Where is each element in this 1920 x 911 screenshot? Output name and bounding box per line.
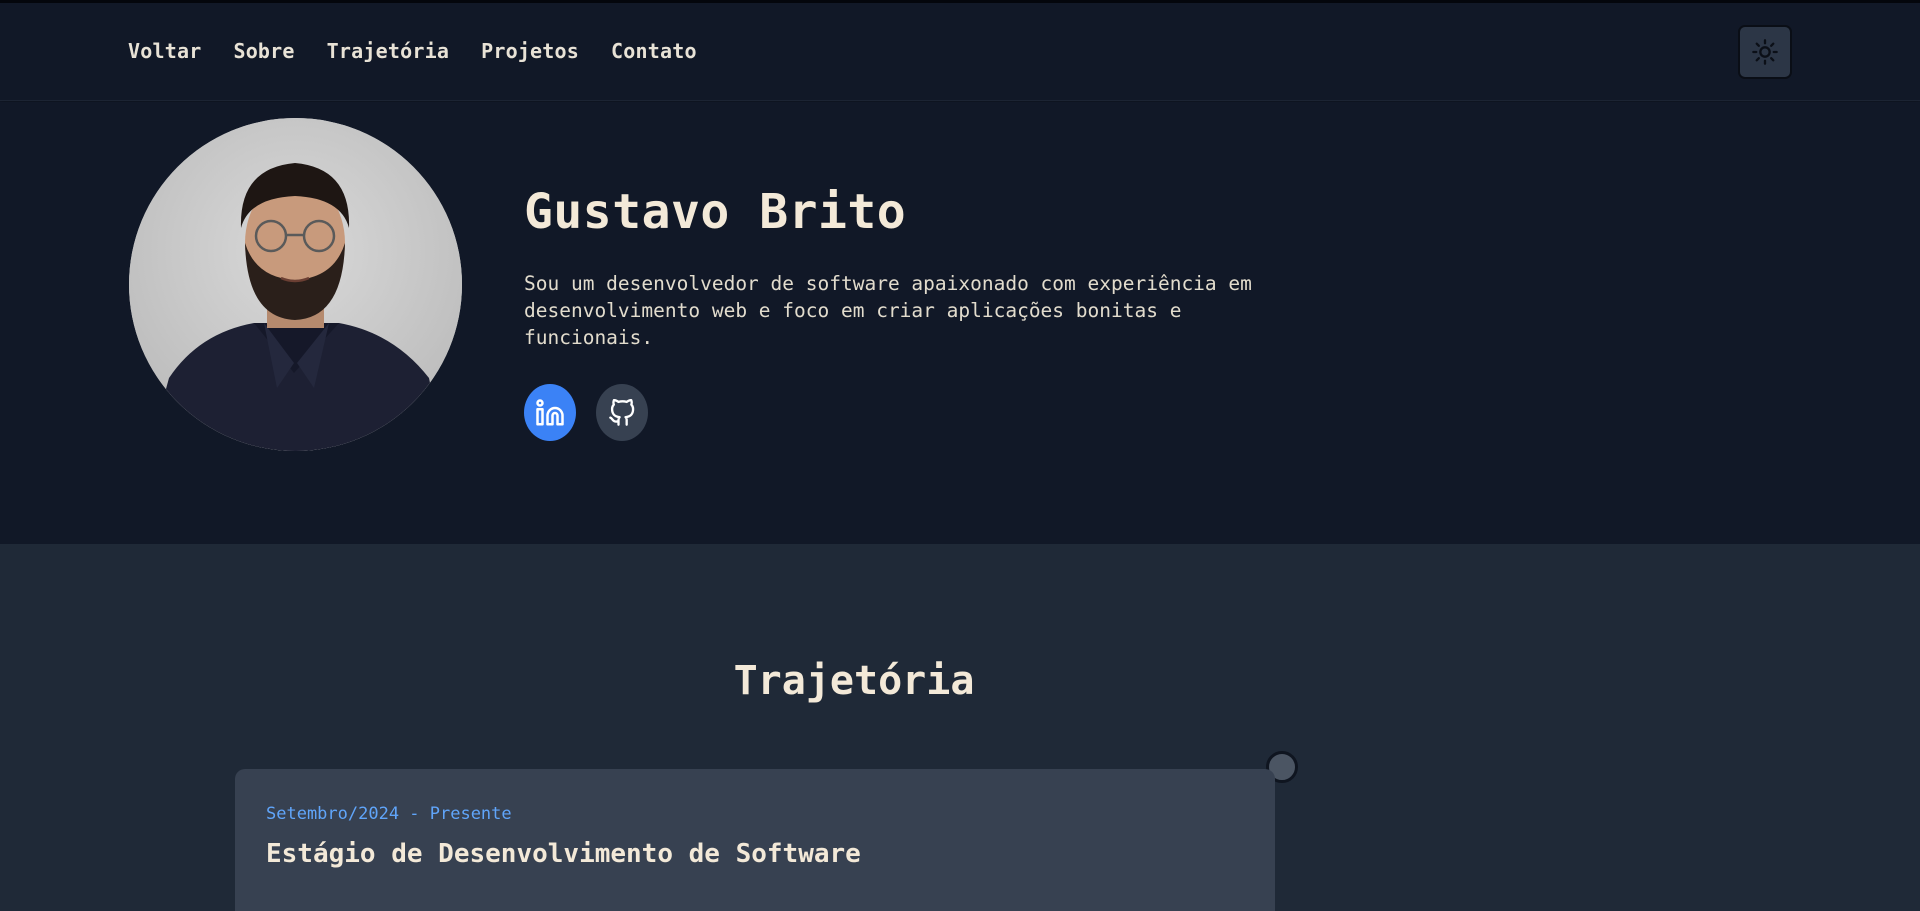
- nav-link-trajetoria[interactable]: Trajetória: [327, 39, 449, 63]
- nav-link-contato[interactable]: Contato: [611, 39, 697, 63]
- nav-link-projetos[interactable]: Projetos: [481, 39, 579, 63]
- timeline-card: Setembro/2024 - Presente Estágio de Dese…: [235, 769, 1275, 911]
- timeline-date: Setembro/2024 - Presente: [266, 804, 512, 824]
- social-links: [524, 384, 648, 441]
- hero-name: Gustavo Brito: [524, 184, 907, 240]
- linkedin-button[interactable]: [524, 384, 576, 441]
- avatar: [129, 118, 462, 451]
- navbar: Voltar Sobre Trajetória Projetos Contato: [0, 3, 1920, 101]
- nav-link-sobre[interactable]: Sobre: [233, 39, 294, 63]
- profile-photo: [129, 118, 462, 451]
- trajectory-section: Trajetória Setembro/2024 - Presente Está…: [0, 544, 1920, 911]
- nav-link-voltar[interactable]: Voltar: [128, 39, 201, 63]
- sun-icon: [1752, 39, 1778, 65]
- github-icon: [609, 398, 635, 426]
- nav-links: Voltar Sobre Trajetória Projetos Contato: [128, 39, 697, 63]
- theme-toggle-button[interactable]: [1738, 25, 1792, 79]
- github-button[interactable]: [596, 384, 648, 441]
- hero-section: Gustavo Brito Sou um desenvolvedor de so…: [0, 102, 1920, 544]
- timeline-role: Estágio de Desenvolvimento de Software: [266, 839, 861, 869]
- section-title: Trajetória: [733, 658, 975, 704]
- hero-bio: Sou um desenvolvedor de software apaixon…: [524, 272, 1252, 349]
- linkedin-icon: [536, 398, 564, 425]
